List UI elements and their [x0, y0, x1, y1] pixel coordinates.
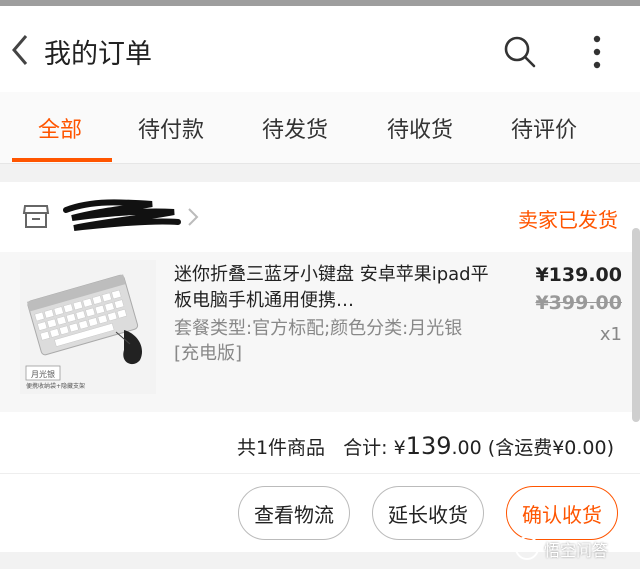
page-title: 我的订单	[44, 39, 152, 70]
shipping-fee: (含运费¥0.00)	[487, 437, 614, 459]
product-price: ¥139.00	[535, 264, 622, 286]
original-price: ¥399.00	[535, 292, 622, 314]
order-item[interactable]: 月光银 便携收纳袋+隐藏支架 迷你折叠三蓝牙小键盘 安卓苹果ipad平板电脑手机…	[0, 252, 640, 412]
total-decimal: .00	[451, 437, 482, 459]
shop-icon	[22, 205, 50, 228]
extend-receipt-button[interactable]: 延长收货	[372, 486, 484, 540]
total-integer: 139	[405, 432, 452, 460]
product-spec: 套餐类型:官方标配;颜色分类:月光银[充电版]	[174, 318, 463, 364]
summary-text: 共1件商品 合计: ¥139.00 (含运费¥0.00)	[237, 432, 614, 460]
back-arrow-icon[interactable]	[6, 30, 34, 70]
shop-header[interactable]: 卖家已发货	[0, 182, 640, 250]
more-vertical-icon[interactable]	[584, 32, 610, 72]
watermark-text: 悟空问答	[544, 541, 609, 560]
order-list-page: 我的订单 全部 待付款 待发货 待收货 待评价 卖家已发货 月光银 便携收纳袋+…	[0, 0, 640, 569]
product-quantity: x1	[599, 324, 622, 345]
view-logistics-button[interactable]: 查看物流	[238, 486, 350, 540]
item-count: 共1件商品	[236, 437, 326, 459]
thumb-caption: 便携收纳袋+隐藏支架	[26, 382, 85, 390]
active-tab-indicator	[12, 158, 112, 162]
total-label: 合计: ¥	[343, 437, 406, 459]
tab-all[interactable]: 全部	[38, 112, 82, 144]
product-thumbnail: 月光银 便携收纳袋+隐藏支架	[20, 260, 156, 394]
confirm-receipt-button[interactable]: 确认收货	[506, 486, 618, 540]
tab-pending-review[interactable]: 待评价	[511, 112, 577, 144]
product-title: 迷你折叠三蓝牙小键盘 安卓苹果ipad平板电脑手机通用便携…	[174, 264, 489, 311]
shop-name-redacted	[63, 199, 181, 231]
tab-pending-receipt[interactable]: 待收货	[387, 112, 453, 144]
thumb-label: 月光银	[31, 369, 55, 379]
scrollbar[interactable]	[632, 228, 640, 422]
watermark: 悟空问答	[514, 534, 632, 562]
order-card: 卖家已发货 月光银 便携收纳袋+隐藏支架 迷你折叠三蓝牙小键盘 安卓苹果ipad…	[0, 182, 640, 552]
search-icon[interactable]	[502, 34, 538, 70]
watermark-logo-icon	[515, 536, 539, 560]
order-tabs: 全部 待付款 待发货 待收货 待评价	[0, 92, 640, 164]
app-header: 我的订单	[0, 0, 640, 92]
chevron-right-icon	[188, 208, 199, 226]
tab-pending-shipment[interactable]: 待发货	[262, 112, 328, 144]
shipping-status: 卖家已发货	[518, 208, 618, 232]
tab-pending-payment[interactable]: 待付款	[138, 112, 204, 144]
order-summary: 共1件商品 合计: ¥139.00 (含运费¥0.00)	[0, 424, 640, 474]
